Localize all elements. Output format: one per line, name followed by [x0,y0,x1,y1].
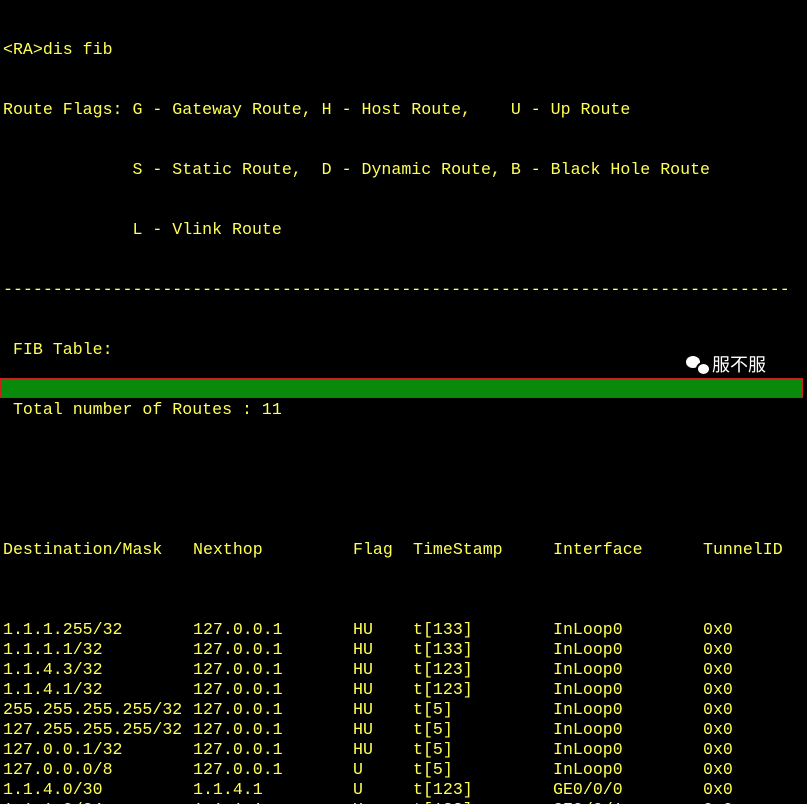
command-prompt-line: <RA>dis fib [3,40,113,59]
cell-nexthop: 127.0.0.1 [193,620,283,639]
cell-interface: InLoop0 [553,620,623,639]
cell-nexthop: 127.0.0.1 [193,700,283,719]
cell-destination: 127.0.0.1/32 [3,740,123,759]
cell-interface: InLoop0 [553,720,623,739]
cell-interface: InLoop0 [553,760,623,779]
table-row: 1.1.4.0/30 1.1.4.1 Ut[123] GE0/0/0 0x0 [3,780,807,800]
watermark-text: 服不服 [712,355,766,376]
cell-destination: 127.255.255.255/32 [3,720,183,739]
cell-destination: 1.1.4.1/32 [3,680,103,699]
cell-interface: InLoop0 [553,700,623,719]
cell-flag: HU [353,680,373,699]
cell-destination: 1.1.1.0/24 [3,800,103,804]
cell-nexthop: 127.0.0.1 [193,660,283,679]
cell-interface: GE0/0/0 [553,780,623,799]
table-row: 1.1.4.3/32 127.0.0.1 HU t[123] InLoop0 0x0 [3,660,807,680]
cell-tunnelid: 0x0 [703,720,733,739]
cell-flag: HU [353,700,373,719]
table-row: 127.255.255.255/32 127.0.0.1 HU t[5] InLoop0… [3,720,807,740]
cell-timestamp: t[133] [413,640,473,659]
cell-timestamp: t[123] [413,780,473,799]
cell-tunnelid: 0x0 [703,700,733,719]
column-header-interface: Interface [553,540,643,559]
cell-interface: InLoop0 [553,660,623,679]
table-row: 1.1.4.1/32 127.0.0.1 HU t[123] InLoop0 0x0 [3,680,807,700]
cell-destination: 255.255.255.255/32 [3,700,183,719]
cell-nexthop: 127.0.0.1 [193,720,283,739]
column-header-flag: Flag [353,540,393,559]
cell-tunnelid: 0x0 [703,760,733,779]
cell-flag: HU [353,740,373,759]
cell-flag: HU [353,620,373,639]
cell-flag: HU [353,720,373,739]
separator-line: ----------------------------------------… [3,280,790,299]
cell-timestamp: t[133] [413,620,473,639]
cell-tunnelid: 0x0 [703,680,733,699]
cell-interface: InLoop0 [553,740,623,759]
column-header-tunnelid: TunnelID [703,540,783,559]
column-header-nexthop: Nexthop [193,540,263,559]
cell-nexthop: 127.0.0.1 [193,740,283,759]
cell-flag: U [353,760,363,779]
cell-destination: 127.0.0.0/8 [3,760,113,779]
terminal-window[interactable]: <RA>dis fib Route Flags: G - Gateway Rou… [3,0,807,804]
cell-nexthop: 127.0.0.1 [193,760,283,779]
cell-timestamp: t[123] [413,660,473,679]
cell-interface: InLoop0 [553,680,623,699]
cell-tunnelid: 0x0 [703,780,733,799]
watermark: 服不服 [686,351,766,377]
route-flags-line: S - Static Route, D - Dynamic Route, B -… [3,160,711,179]
cell-flag: U [353,780,363,799]
cell-flag: HU [353,640,373,659]
table-header-row: Destination/Mask Nexthop Flag TimeStamp … [3,540,807,560]
table-row: 127.0.0.0/8 127.0.0.1 Ut[5] InLoop0 0x0 [3,760,807,780]
cell-nexthop: 1.1.4.1 [193,780,263,799]
cell-timestamp: t[5] [413,700,453,719]
cell-destination: 1.1.4.0/30 [3,780,103,799]
cell-timestamp: t[5] [413,720,453,739]
route-table-body: 1.1.1.255/32 127.0.0.1 HU t[133] InLoop0 0x0 1… [3,620,807,804]
cell-timestamp: t[133] [413,800,473,804]
cell-destination: 1.1.4.3/32 [3,660,103,679]
column-header-timestamp: TimeStamp [413,540,503,559]
table-row: 127.0.0.1/32 127.0.0.1 HU t[5] InLoop0 0x0 [3,740,807,760]
cell-flag: HU [353,660,373,679]
route-flags-line: Route Flags: G - Gateway Route, H - Host… [3,100,631,119]
total-routes-count: Total number of Routes : 11 [3,400,282,419]
table-row: 255.255.255.255/32 127.0.0.1 HU t[5] InLoop0… [3,700,807,720]
cell-tunnelid: 0x0 [703,640,733,659]
wechat-icon [686,355,711,376]
cell-destination: 1.1.1.255/32 [3,620,123,639]
cell-destination: 1.1.1.1/32 [3,640,103,659]
cell-interface: GE0/0/1 [553,800,623,804]
table-row: 1.1.1.1/32 127.0.0.1 HU t[133] InLoop0 0x0 [3,640,807,660]
cell-interface: InLoop0 [553,640,623,659]
cell-tunnelid: 0x0 [703,620,733,639]
cell-tunnelid: 0x0 [703,740,733,759]
cell-tunnelid: 0x0 [703,800,733,804]
column-header-destination: Destination/Mask [3,540,163,559]
cell-nexthop: 127.0.0.1 [193,680,283,699]
route-flags-line: L - Vlink Route [3,220,282,239]
cell-timestamp: t[123] [413,680,473,699]
cell-nexthop: 127.0.0.1 [193,640,283,659]
cell-timestamp: t[5] [413,760,453,779]
cell-flag: U [353,800,363,804]
cell-nexthop: 1.1.1.1 [193,800,263,804]
cell-timestamp: t[5] [413,740,453,759]
table-row: 1.1.1.255/32 127.0.0.1 HU t[133] InLoop0 0x0 [3,620,807,640]
cell-tunnelid: 0x0 [703,660,733,679]
table-row: 1.1.1.0/24 1.1.1.1 Ut[133] GE0/0/1 0x0 [3,800,807,804]
